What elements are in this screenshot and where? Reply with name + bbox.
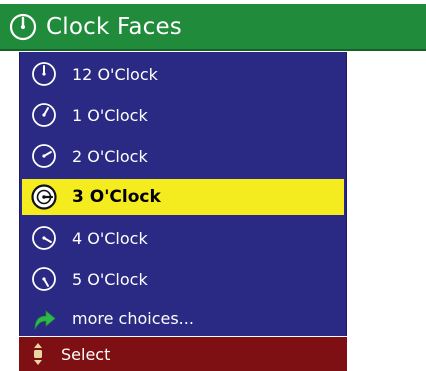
clock-5-icon — [32, 267, 56, 291]
title-bar: Clock Faces — [0, 4, 426, 51]
menu-item-1-oclock[interactable]: 1 O'Clock — [20, 97, 346, 133]
menu-item-3-oclock[interactable]: 3 O'Clock — [22, 179, 344, 215]
menu-item-label: more choices... — [72, 308, 194, 328]
clock-faces-menu: 12 O'Clock 1 O'Clock 2 O'Clock 3 O'Clock — [19, 52, 347, 336]
clock-4-icon — [32, 226, 56, 250]
select-softkey-label: Select — [61, 344, 111, 364]
menu-item-2-oclock[interactable]: 2 O'Clock — [20, 138, 346, 174]
menu-item-label: 1 O'Clock — [72, 105, 148, 125]
menu-item-12-oclock[interactable]: 12 O'Clock — [20, 56, 346, 92]
menu-item-label: 12 O'Clock — [72, 64, 158, 84]
menu-item-label: 4 O'Clock — [72, 228, 148, 248]
menu-item-label: 3 O'Clock — [72, 187, 161, 207]
menu-item-more-choices[interactable]: more choices... — [20, 300, 346, 336]
clock-icon — [9, 13, 37, 40]
status-bar: Select — [19, 337, 347, 371]
clock-12-icon — [32, 62, 56, 86]
menu-item-label: 5 O'Clock — [72, 269, 148, 289]
menu-item-label: 2 O'Clock — [72, 146, 148, 166]
curved-arrow-icon — [34, 310, 56, 330]
page-title: Clock Faces — [46, 13, 182, 40]
clock-1-icon — [32, 103, 56, 127]
menu-item-4-oclock[interactable]: 4 O'Clock — [20, 220, 346, 256]
clock-2-icon — [32, 144, 56, 168]
menu-item-5-oclock[interactable]: 5 O'Clock — [20, 261, 346, 297]
clock-3-icon — [31, 184, 57, 210]
scroll-wheel-icon — [34, 343, 42, 365]
